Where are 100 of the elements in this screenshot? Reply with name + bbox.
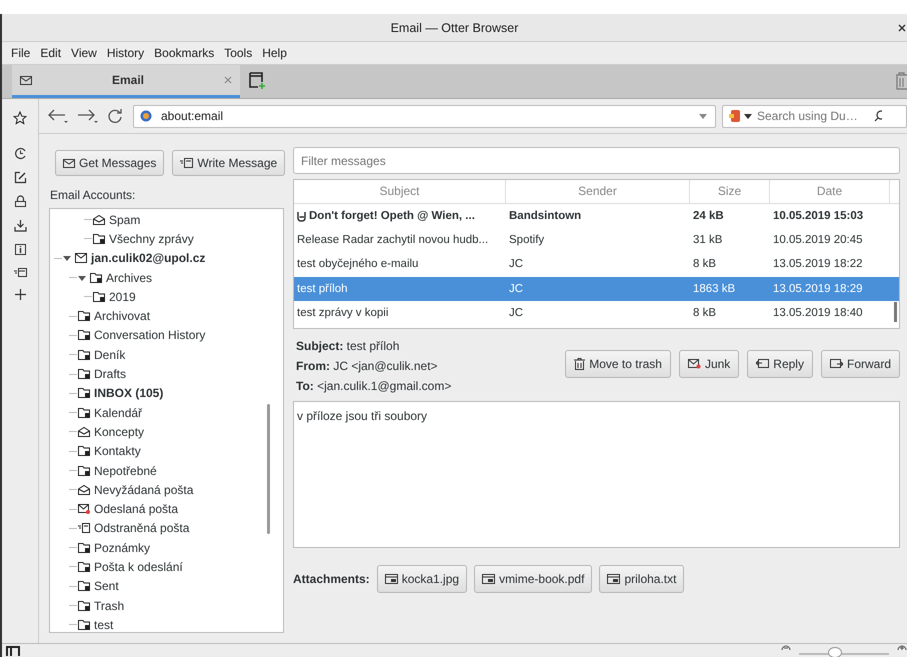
menu-item[interactable]: Edit (35, 46, 66, 60)
file-icon (482, 574, 496, 584)
subject-text: test obyčejného e-mailu (297, 258, 418, 270)
menu-item[interactable]: History (102, 46, 150, 60)
action-button[interactable]: Junk (678, 350, 740, 378)
folder-item[interactable]: jan.culik02@upol.cz (91, 251, 206, 266)
star-icon[interactable] (13, 111, 27, 125)
menu-item[interactable]: View (66, 46, 102, 60)
folder-icon (78, 581, 90, 592)
folder-item[interactable]: Deník (94, 348, 126, 362)
menu-item[interactable]: File (6, 46, 36, 60)
scrollbar[interactable] (267, 404, 270, 534)
folder-item[interactable]: test (94, 618, 114, 632)
folder-item[interactable]: Conversation History (94, 328, 206, 342)
write-message-button[interactable]: Write Message (172, 150, 286, 176)
date-text: 10.05.2019 20:45 (772, 234, 864, 246)
menu-item[interactable]: Tools (219, 46, 258, 60)
get-messages-button[interactable]: Get Messages (55, 150, 164, 176)
search-box[interactable]: Search using Du… (722, 104, 907, 128)
address-field[interactable]: about:email (133, 104, 716, 128)
menu-item[interactable]: Help (257, 46, 292, 60)
folder-icon (93, 234, 105, 244)
trash-icon[interactable] (895, 72, 907, 90)
folder-item[interactable]: Nepotřebné (94, 464, 157, 478)
folder-item[interactable]: INBOX (105) (94, 386, 164, 400)
message-body: v příloze jsou tři soubory (293, 401, 900, 548)
folder-icon (78, 369, 90, 380)
sender-text: JC (508, 306, 524, 319)
scrollbar[interactable] (894, 302, 897, 322)
download-icon[interactable] (14, 219, 26, 232)
zoom-out-icon[interactable] (781, 644, 791, 650)
action-button[interactable]: Forward (820, 350, 900, 378)
folder-item[interactable]: Spam (109, 212, 140, 227)
subject-text: Release Radar zachytil novou hudb... (297, 234, 488, 246)
message-row[interactable]: test zprávy v kopii JC 8 kB 13.05.2019 18:40 (294, 300, 899, 325)
attachment-button[interactable]: kocka1.jpg (376, 565, 468, 593)
back-icon[interactable] (47, 108, 71, 124)
search-icon[interactable] (874, 110, 882, 122)
folder-item[interactable]: Nevyžádaná pošta (94, 482, 194, 497)
folder-item[interactable]: Kalendář (94, 406, 142, 420)
column-header[interactable]: Subject (294, 180, 506, 203)
folder-item[interactable]: Archives (106, 270, 152, 285)
forward-icon[interactable] (77, 108, 101, 124)
folder-item[interactable]: Trash (94, 598, 124, 613)
expander-icon[interactable] (63, 254, 71, 262)
action-button[interactable]: Move to trash (565, 350, 671, 378)
folder-item[interactable]: Pošta k odeslání (94, 560, 183, 574)
history-icon[interactable] (14, 147, 26, 160)
folder-item[interactable]: Všechny zprávy (109, 232, 194, 246)
filter-field[interactable]: Filter messages (293, 147, 900, 174)
expander-icon[interactable] (78, 274, 86, 282)
edit-icon[interactable] (14, 171, 26, 184)
subject-text: test zprávy v kopii (297, 306, 388, 319)
menu-item[interactable]: Bookmarks (149, 46, 220, 60)
sender-text: Spotify (508, 234, 546, 246)
folder-item[interactable]: Koncepty (94, 424, 144, 439)
folder-icon (78, 542, 90, 553)
folder-item[interactable]: Odstraněná pošta (94, 521, 190, 536)
subject-text: Don't forget! Opeth @ Wien, ... (309, 210, 475, 222)
size-text: 8 kB (692, 306, 718, 319)
add-icon[interactable] (14, 289, 26, 300)
new-tab-icon[interactable] (248, 71, 266, 89)
folder-item[interactable]: Drafts (94, 367, 126, 382)
folder-item[interactable]: Archivovat (94, 309, 150, 324)
folder-icon (78, 446, 90, 456)
compose-icon[interactable] (14, 267, 26, 278)
folder-item[interactable]: 2019 (109, 290, 136, 304)
file-icon (607, 574, 620, 584)
date-text: 13.05.2019 18:29 (772, 282, 864, 295)
subject-text: test příloh (297, 282, 348, 295)
accounts-label: Email Accounts: (50, 188, 136, 202)
attachment-button[interactable]: priloha.txt (599, 565, 684, 593)
search-engine-icon (729, 109, 741, 123)
column-header[interactable]: Size (690, 180, 770, 203)
info-icon[interactable] (14, 243, 26, 256)
message-row[interactable]: Don't forget! Opeth @ Wien, ... Bandsintown 24 kB 10.05.2019 15:03 (294, 204, 899, 228)
date-text: 10.05.2019 15:03 (772, 210, 864, 222)
folder-item[interactable]: Odeslaná pošta (94, 502, 178, 516)
column-header[interactable]: Sender (506, 180, 690, 203)
message-row[interactable]: test obyčejného e-mailu JC 8 kB 13.05.2019 18:22 (294, 252, 899, 277)
attachment-button[interactable]: vmime-book.pdf (474, 565, 592, 593)
search-field[interactable]: Search using Du… (755, 109, 871, 123)
folder-item[interactable]: Sent (94, 579, 119, 594)
size-text: 31 kB (692, 234, 724, 246)
action-button[interactable]: Reply (747, 350, 813, 378)
folder-icon (78, 311, 90, 322)
message-row[interactable]: Release Radar zachytil novou hudb... Spotify 31 kB 10.05.2019 20:45 (294, 228, 899, 252)
zoom-in-icon[interactable] (897, 644, 907, 650)
reload-icon[interactable] (107, 108, 123, 124)
dropdown-icon[interactable] (744, 114, 752, 118)
forward-icon (830, 359, 843, 369)
browser-tab[interactable]: Email (12, 65, 240, 98)
close-icon[interactable] (898, 24, 906, 32)
folder-item[interactable]: Poznámky (94, 540, 150, 555)
folder-item[interactable]: Kontakty (94, 444, 141, 458)
lock-icon[interactable] (14, 195, 26, 208)
window-title: Email — Otter Browser (390, 20, 518, 34)
panel-icon[interactable] (6, 646, 20, 656)
size-text: 8 kB (692, 258, 718, 270)
column-header[interactable]: Date (770, 180, 890, 203)
